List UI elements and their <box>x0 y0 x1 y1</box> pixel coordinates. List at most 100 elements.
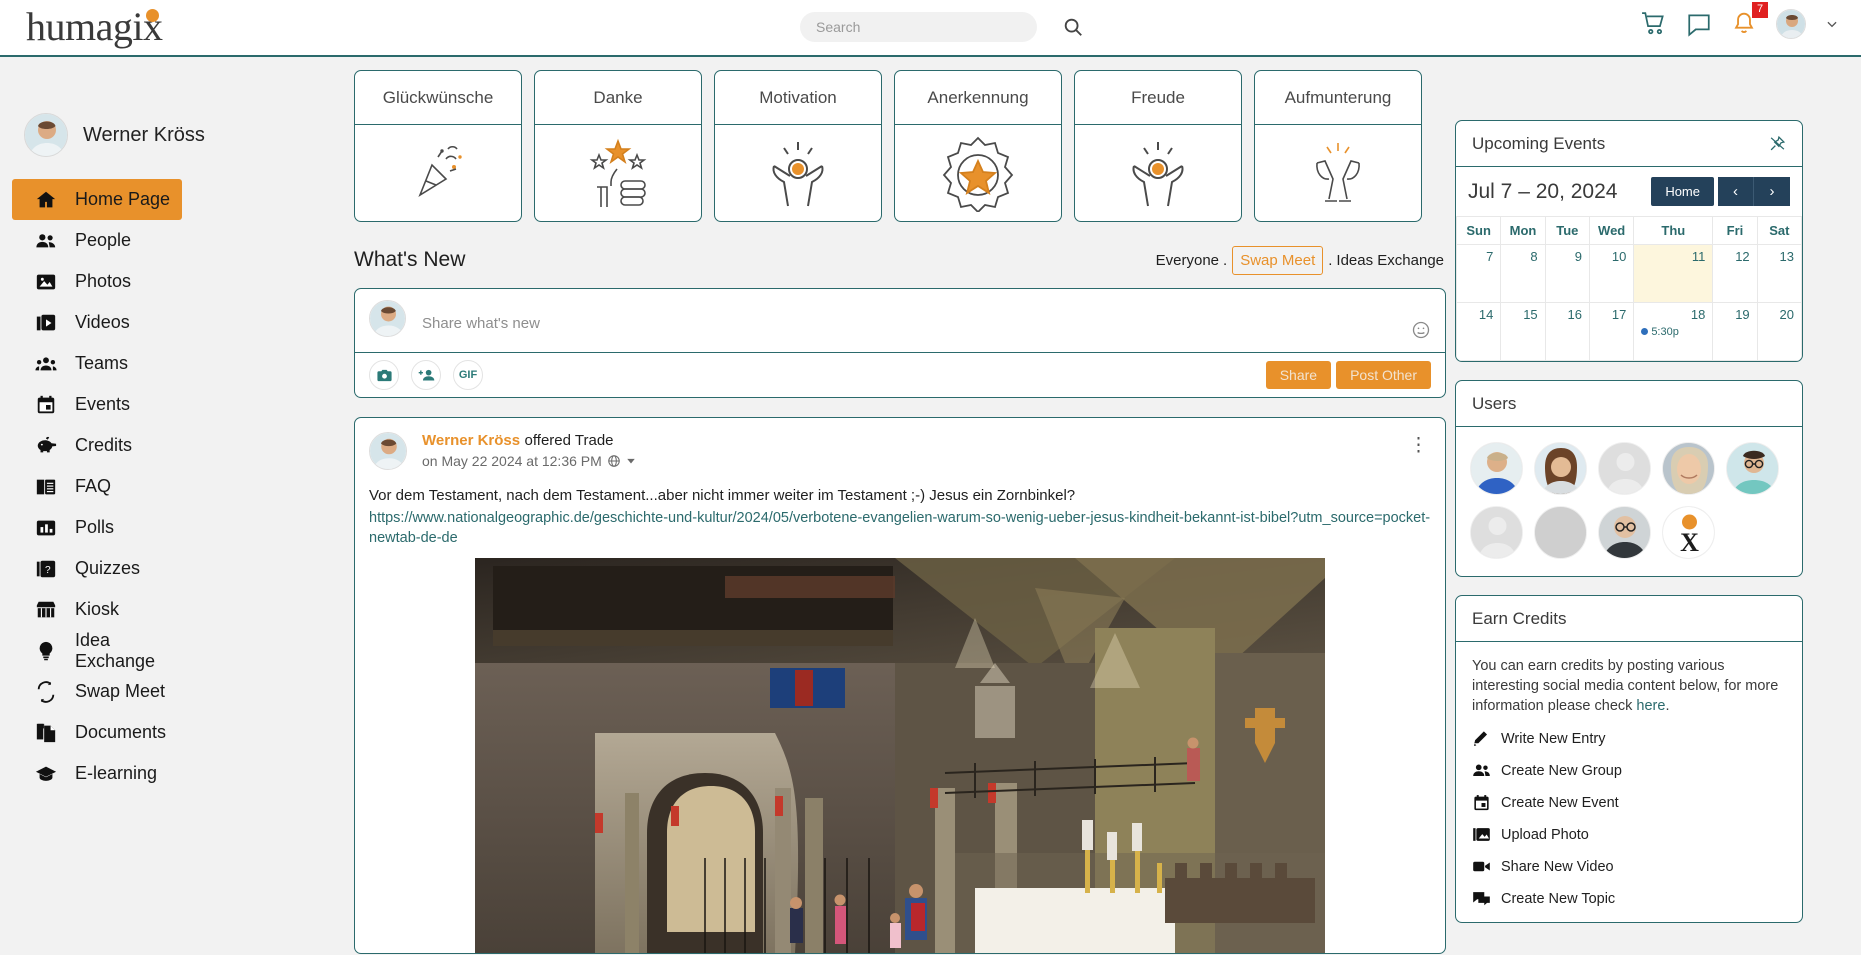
calendar-day-cell[interactable]: 11 <box>1633 244 1714 303</box>
sidebar-item-quizzes[interactable]: ? Quizzes <box>12 548 182 589</box>
sidebar-item-teams[interactable]: Teams <box>12 343 182 384</box>
post-other-button[interactable]: Post Other <box>1336 361 1431 389</box>
post-link[interactable]: https://www.nationalgeographic.de/geschi… <box>369 508 1431 548</box>
credit-action-share-new-video[interactable]: Share New Video <box>1472 857 1786 876</box>
notification-badge: 7 <box>1752 2 1768 18</box>
calendar-day-cell[interactable]: 15 <box>1500 302 1546 361</box>
calendar-home-button[interactable]: Home <box>1651 177 1714 206</box>
post-composer: GIF Share Post Other <box>354 288 1446 398</box>
recognition-card-glückwünsche[interactable]: Glückwünsche <box>354 70 522 222</box>
credit-action-label: Upload Photo <box>1501 826 1589 843</box>
calendar-day-cell[interactable]: 16 <box>1544 302 1590 361</box>
calendar-day-cell[interactable]: 19 <box>1712 302 1758 361</box>
recognition-card-title: Freude <box>1075 71 1241 125</box>
search-input[interactable] <box>800 12 1037 42</box>
calendar-day-cell[interactable]: 20 <box>1756 302 1802 361</box>
recognition-card-aufmunterung[interactable]: Aufmunterung <box>1254 70 1422 222</box>
recognition-cards: Glückwünsche Danke Motivation Anerkennung Fr… <box>354 70 1446 222</box>
user-avatar-4[interactable] <box>1662 442 1715 495</box>
sidebar-item-swap-meet[interactable]: Swap Meet <box>12 671 182 712</box>
sidebar-user[interactable]: Werner Kröss <box>0 113 240 157</box>
feed-filter-everyone[interactable]: Everyone <box>1154 252 1221 269</box>
feed-filter-swap-meet[interactable]: Swap Meet <box>1232 245 1324 275</box>
credit-action-create-new-group[interactable]: Create New Group <box>1472 761 1786 780</box>
sidebar-nav: Home Page People Photos Videos Teams Events Cr… <box>0 179 240 794</box>
poll-chart-icon <box>34 516 58 540</box>
user-avatar-9[interactable]: X <box>1662 506 1715 559</box>
sidebar-item-people[interactable]: People <box>12 220 182 261</box>
camera-icon[interactable] <box>369 360 399 390</box>
calendar-next-button[interactable]: › <box>1754 177 1790 206</box>
sidebar-item-videos[interactable]: Videos <box>12 302 182 343</box>
chevron-down-icon[interactable] <box>626 456 636 466</box>
credit-action-upload-photo[interactable]: Upload Photo <box>1472 825 1786 844</box>
tag-person-icon[interactable] <box>411 360 441 390</box>
app-logo[interactable]: humagix <box>26 5 163 49</box>
calendar-weekday-header: Sun <box>1456 216 1502 245</box>
post-action-text: offered Trade <box>524 432 614 449</box>
documents-icon <box>34 721 58 745</box>
user-avatar-3[interactable] <box>1598 442 1651 495</box>
calendar-day-cell[interactable]: 9 <box>1544 244 1590 303</box>
calendar-prev-button[interactable]: ‹ <box>1718 177 1754 206</box>
user-avatar-5[interactable] <box>1726 442 1779 495</box>
emoji-smiley-icon[interactable] <box>1411 320 1431 340</box>
calendar-day-cell[interactable]: 18 5:30p <box>1633 302 1714 361</box>
calendar-day-cell[interactable]: 10 <box>1588 244 1635 303</box>
post-image[interactable] <box>369 558 1431 953</box>
recognition-card-danke[interactable]: Danke <box>534 70 702 222</box>
credits-description-period: . <box>1665 698 1670 714</box>
sidebar-item-photos[interactable]: Photos <box>12 261 182 302</box>
user-avatar-6[interactable] <box>1470 506 1523 559</box>
recognition-card-freude[interactable]: Freude <box>1074 70 1242 222</box>
user-avatar-1[interactable] <box>1470 442 1523 495</box>
calendar-day-cell[interactable]: 17 <box>1588 302 1635 361</box>
calendar-day-cell[interactable]: 8 <box>1500 244 1546 303</box>
credit-action-create-new-topic[interactable]: Create New Topic <box>1472 889 1786 908</box>
composer-input[interactable] <box>422 300 1411 342</box>
sidebar-item-documents[interactable]: Documents <box>12 712 182 753</box>
recognition-card-anerkennung[interactable]: Anerkennung <box>894 70 1062 222</box>
post-avatar[interactable] <box>369 432 407 470</box>
recognition-card-motivation[interactable]: Motivation <box>714 70 882 222</box>
sidebar-item-label: Photos <box>75 271 132 291</box>
calendar-day-cell[interactable]: 7 <box>1456 244 1502 303</box>
credits-here-link[interactable]: here <box>1636 698 1665 714</box>
notification-bell-icon[interactable]: 7 <box>1731 2 1768 37</box>
chat-bubble-icon[interactable] <box>1686 11 1712 37</box>
credit-action-write-new-entry[interactable]: Write New Entry <box>1472 729 1786 748</box>
teams-icon <box>34 352 58 376</box>
globe-icon[interactable] <box>607 454 621 468</box>
credit-action-create-new-event[interactable]: Create New Event <box>1472 793 1786 812</box>
vertical-ellipsis-icon[interactable]: ⋮ <box>1409 434 1429 457</box>
shopping-cart-icon[interactable] <box>1641 11 1667 37</box>
graduation-cap-icon <box>34 762 58 786</box>
post-author[interactable]: Werner Kröss <box>422 432 520 449</box>
credits-action-list: Write New Entry Create New Group Create Ne… <box>1472 729 1786 908</box>
sidebar-item-idea-exchange[interactable]: Idea Exchange <box>12 630 182 671</box>
video-camera-icon <box>1472 857 1491 876</box>
sidebar-item-kiosk[interactable]: Kiosk <box>12 589 182 630</box>
unpin-icon[interactable] <box>1769 135 1786 152</box>
user-avatar-8[interactable] <box>1598 506 1651 559</box>
sidebar-item-e-learning[interactable]: E-learning <box>12 753 182 794</box>
calendar-day-cell[interactable]: 14 <box>1456 302 1502 361</box>
feed-filter-ideas-exchange[interactable]: Ideas Exchange <box>1334 252 1446 269</box>
sidebar-item-polls[interactable]: Polls <box>12 507 182 548</box>
chevron-down-icon[interactable] <box>1825 17 1839 31</box>
share-button[interactable]: Share <box>1265 361 1332 389</box>
sidebar-item-events[interactable]: Events <box>12 384 182 425</box>
user-avatar-2[interactable] <box>1534 442 1587 495</box>
calendar-day-cell[interactable]: 12 <box>1712 244 1758 303</box>
calendar-event[interactable]: 5:30p <box>1641 326 1705 338</box>
header-avatar[interactable] <box>1776 9 1806 39</box>
sidebar-item-faq[interactable]: FAQ <box>12 466 182 507</box>
whats-new-title: What's New <box>354 248 466 271</box>
calendar-day-number: 9 <box>1574 249 1582 264</box>
gif-icon[interactable]: GIF <box>453 360 483 390</box>
calendar-day-cell[interactable]: 13 <box>1756 244 1802 303</box>
sidebar-item-home-page[interactable]: Home Page <box>12 179 182 220</box>
search-icon[interactable] <box>1062 16 1084 38</box>
user-avatar-7[interactable] <box>1534 506 1587 559</box>
sidebar-item-credits[interactable]: Credits <box>12 425 182 466</box>
